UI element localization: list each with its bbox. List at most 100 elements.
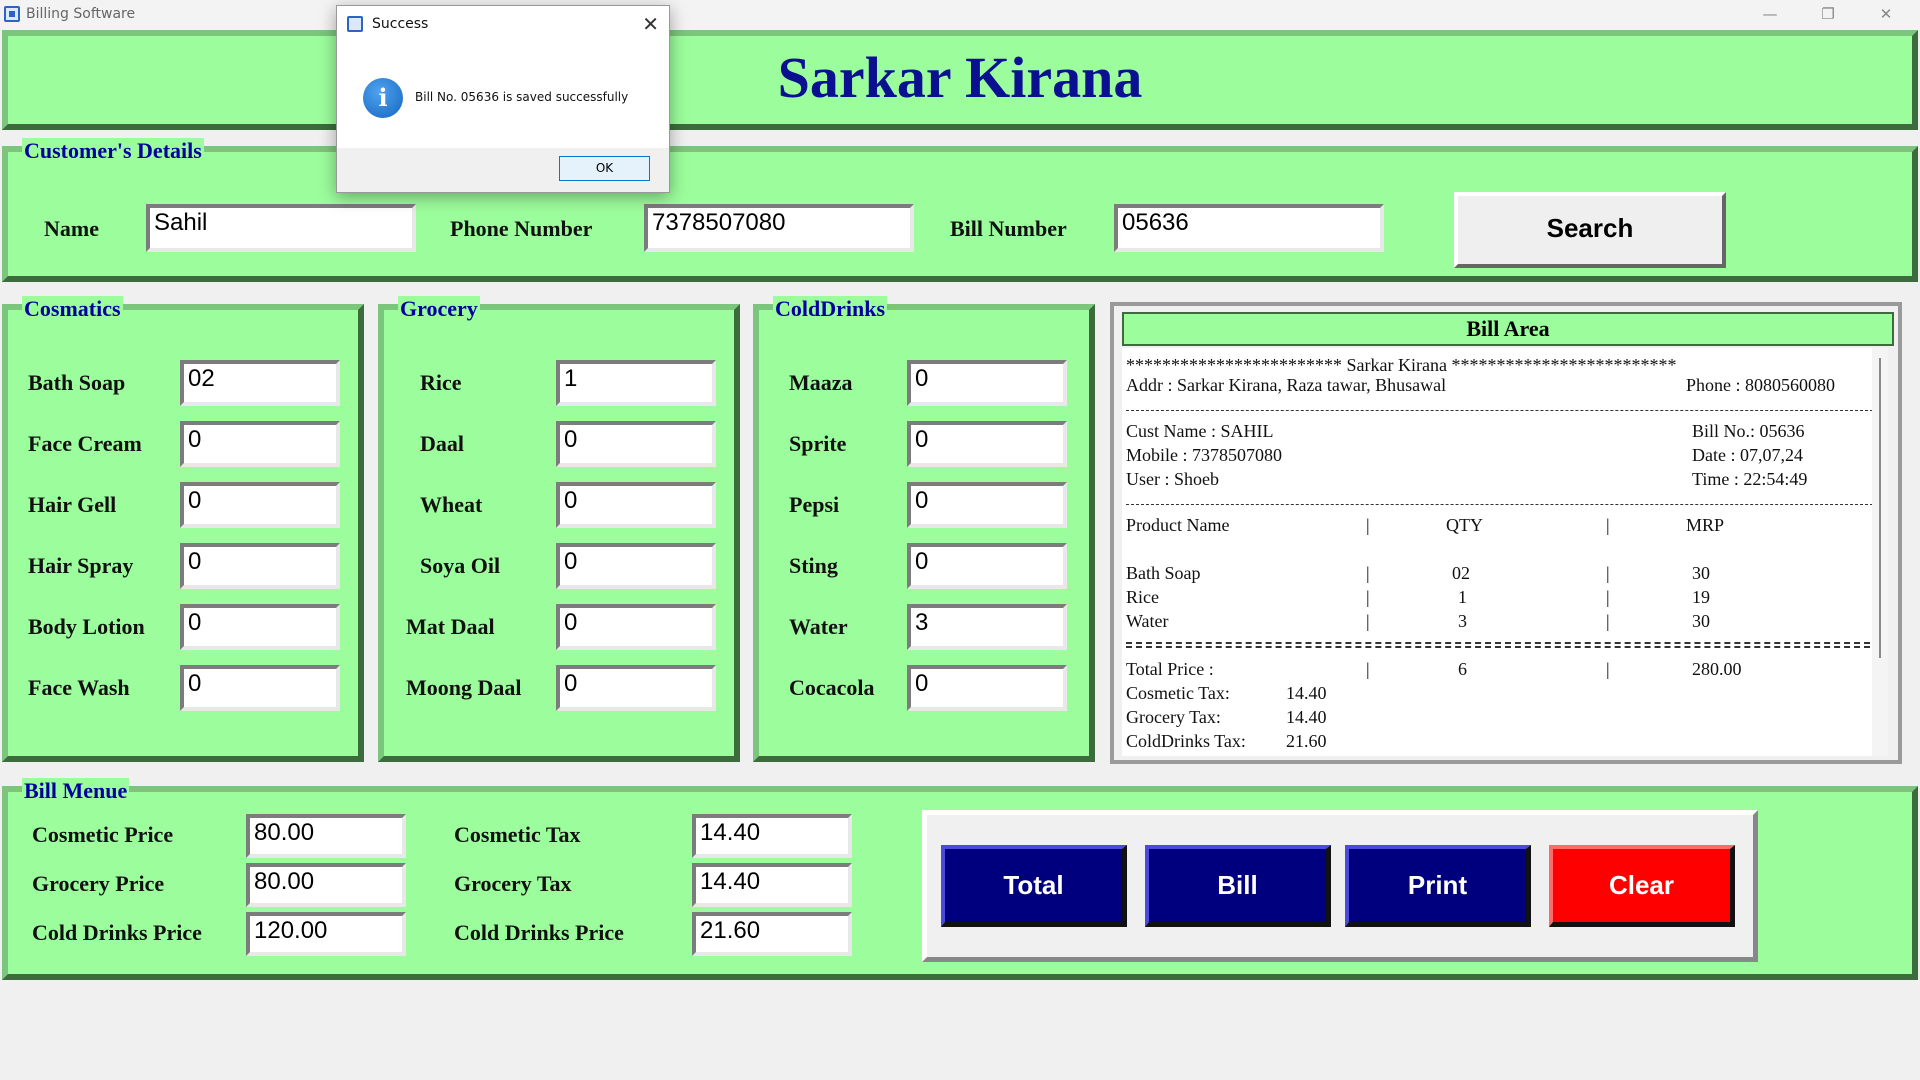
bill-col-divider: | (1366, 611, 1370, 631)
bill-divider (1126, 410, 1878, 411)
face-wash-input[interactable]: 0 (180, 665, 340, 711)
total-button[interactable]: Total (941, 845, 1127, 927)
bill-double-divider (1126, 642, 1870, 648)
bill-col-divider: | (1366, 515, 1370, 535)
body-lotion-input[interactable]: 0 (180, 604, 340, 650)
cold-drinks-tax-label: Cold Drinks Price (454, 920, 624, 945)
name-input[interactable]: Sahil (146, 204, 416, 252)
window-titlebar: Billing Software — ❐ ✕ (0, 0, 1920, 30)
name-label: Name (44, 216, 99, 241)
close-window-button[interactable]: ✕ (1857, 0, 1915, 30)
cosmetic-price-input[interactable]: 80.00 (246, 814, 406, 858)
window-title: Billing Software (26, 6, 136, 22)
hair-spray-input[interactable]: 0 (180, 543, 340, 589)
cold-drinks-price-input[interactable]: 120.00 (246, 912, 406, 956)
bill-item-mrp: 19 (1692, 587, 1710, 607)
cold-drinks-tax-input[interactable]: 21.60 (692, 912, 852, 956)
bill-textarea[interactable]: ************************ Sarkar Kirana *… (1122, 348, 1888, 756)
bill-time: Time : 22:54:49 (1692, 469, 1808, 489)
cosmetic-price-label: Cosmetic Price (32, 822, 174, 847)
sting-input[interactable]: 0 (907, 543, 1067, 589)
dialog-title: Success (372, 16, 429, 32)
colddrinks-title: ColdDrinks (773, 296, 888, 322)
dialog-message: Bill No. 05636 is saved successfully (415, 90, 629, 104)
grocery-price-input[interactable]: 80.00 (246, 863, 406, 907)
daal-label: Daal (420, 431, 464, 456)
bill-col-divider: | (1606, 659, 1610, 679)
app-icon (4, 6, 20, 22)
ok-button[interactable]: OK (559, 156, 650, 181)
hair-gell-input[interactable]: 0 (180, 482, 340, 528)
success-dialog: Success ✕ i Bill No. 05636 is saved succ… (336, 5, 670, 193)
rice-input[interactable]: 1 (556, 360, 716, 406)
action-button-panel: Total Bill Print Clear (922, 810, 1758, 962)
bill-menu-title: Bill Menue (22, 778, 130, 804)
bill-col-product: Product Name (1126, 515, 1230, 535)
bill-col-divider: | (1606, 563, 1610, 583)
daal-input[interactable]: 0 (556, 421, 716, 467)
bill-item-qty: 1 (1458, 587, 1467, 607)
print-button[interactable]: Print (1345, 845, 1531, 927)
bill-col-divider: | (1606, 587, 1610, 607)
water-label: Water (789, 614, 848, 639)
bill-address: Addr : Sarkar Kirana, Raza tawar, Bhusaw… (1126, 375, 1447, 395)
mat-daal-label: Mat Daal (406, 614, 495, 639)
bill-total-label: Total Price : (1126, 659, 1214, 679)
bill-col-divider: | (1606, 515, 1610, 535)
bill-scrollbar[interactable] (1872, 348, 1888, 756)
bill-item-mrp: 30 (1692, 611, 1710, 631)
hair-gell-label: Hair Gell (28, 492, 117, 517)
customer-details-title: Customer's Details (22, 138, 204, 164)
bill-area-frame: Bill Area ************************ Sarka… (1110, 302, 1902, 764)
wheat-input[interactable]: 0 (556, 482, 716, 528)
bill-area-title: Bill Area (1122, 312, 1894, 346)
cocacola-input[interactable]: 0 (907, 665, 1067, 711)
hair-spray-label: Hair Spray (28, 553, 134, 578)
soya-oil-input[interactable]: 0 (556, 543, 716, 589)
bill-col-qty: QTY (1446, 515, 1483, 535)
dialog-titlebar: Success ✕ (337, 6, 669, 44)
bill-total-mrp: 280.00 (1692, 659, 1742, 679)
bill-grocery-tax-value: 14.40 (1286, 707, 1327, 727)
grocery-tax-label: Grocery Tax (454, 871, 572, 896)
mat-daal-input[interactable]: 0 (556, 604, 716, 650)
water-input[interactable]: 3 (907, 604, 1067, 650)
sprite-label: Sprite (789, 431, 847, 456)
bill-mobile: Mobile : 7378507080 (1126, 445, 1282, 465)
maaza-input[interactable]: 0 (907, 360, 1067, 406)
bill-cosmetic-tax-value: 14.40 (1286, 683, 1327, 703)
rice-label: Rice (420, 370, 462, 395)
bill-item-qty: 3 (1458, 611, 1467, 631)
bill-date: Date : 07,07,24 (1692, 445, 1803, 465)
bill-shop-line: ************************ Sarkar Kirana *… (1126, 355, 1677, 375)
cold-drinks-price-label: Cold Drinks Price (32, 920, 202, 945)
minimize-button[interactable]: — (1741, 0, 1799, 30)
cosmetic-tax-label: Cosmetic Tax (454, 822, 581, 847)
clear-button[interactable]: Clear (1549, 845, 1735, 927)
bath-soap-input[interactable]: 02 (180, 360, 340, 406)
body-lotion-label: Body Lotion (28, 614, 145, 639)
bill-button[interactable]: Bill (1145, 845, 1331, 927)
pepsi-input[interactable]: 0 (907, 482, 1067, 528)
grocery-tax-input[interactable]: 14.40 (692, 863, 852, 907)
bill-colddrinks-tax-label: ColdDrinks Tax: (1126, 731, 1246, 751)
pepsi-label: Pepsi (789, 492, 840, 517)
dialog-close-icon[interactable]: ✕ (642, 12, 659, 36)
bill-item-qty: 02 (1452, 563, 1470, 583)
phone-input[interactable]: 7378507080 (644, 204, 914, 252)
bill-number-input[interactable]: 05636 (1114, 204, 1384, 252)
dialog-app-icon (347, 16, 363, 32)
moong-daal-input[interactable]: 0 (556, 665, 716, 711)
bill-phone: Phone : 8080560080 (1686, 375, 1836, 395)
face-cream-input[interactable]: 0 (180, 421, 340, 467)
bill-divider (1126, 504, 1878, 505)
sprite-input[interactable]: 0 (907, 421, 1067, 467)
cosmetic-tax-input[interactable]: 14.40 (692, 814, 852, 858)
search-button[interactable]: Search (1454, 192, 1726, 268)
bath-soap-label: Bath Soap (28, 370, 126, 395)
bill-item-name: Water (1126, 611, 1169, 631)
bill-user: User : Shoeb (1126, 469, 1219, 489)
restore-button[interactable]: ❐ (1799, 0, 1857, 30)
bill-cust-name: Cust Name : SAHIL (1126, 421, 1274, 441)
customer-details-panel: Customer's Details Name Sahil Phone Numb… (2, 138, 1918, 282)
